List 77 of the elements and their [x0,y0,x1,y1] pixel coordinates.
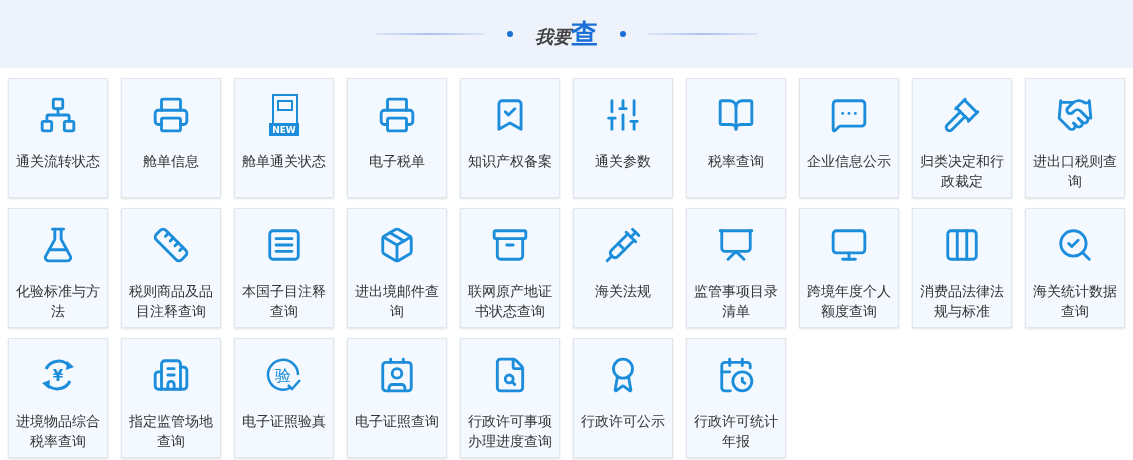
sliders-icon [604,96,642,134]
tile-label: 舱单信息 [142,152,200,171]
service-tile[interactable]: 通关流转状态 [8,78,108,198]
service-tile[interactable]: 通关参数 [573,78,673,198]
gavel-icon [943,96,981,134]
tile-label: 进境物品综合税率查询 [15,412,101,451]
service-tile[interactable]: 行政许可统计年报 [686,338,786,458]
syringe-icon [604,226,642,264]
tile-label: 消费品法律法规与标准 [919,282,1005,321]
list-icon [265,226,303,264]
service-tile[interactable]: 舱单信息 [121,78,221,198]
tile-label: 电子证照查询 [354,412,440,431]
archive-icon [491,226,529,264]
service-tile[interactable]: 企业信息公示 [799,78,899,198]
tile-label: 进出口税则查询 [1032,152,1118,191]
tile-label: 归类决定和行政裁定 [919,152,1005,191]
board-icon [717,226,755,264]
service-tile[interactable]: 进出境邮件查询 [347,208,447,328]
tile-label: 税则商品及品目注释查询 [128,282,214,321]
id-card-icon [378,356,416,394]
tile-label: 海关法规 [594,282,652,301]
service-tile[interactable]: NEW 舱单通关状态 [234,78,334,198]
tile-label: 电子证照验真 [241,412,327,431]
handshake-icon [1056,96,1094,134]
service-tile[interactable]: 行政许可事项办理进度查询 [460,338,560,458]
section-title: 我要查 [535,17,598,51]
tile-label: 税率查询 [707,152,765,171]
tile-label: 监管事项目录清单 [693,282,779,321]
service-tile[interactable]: 税则商品及品目注释查询 [121,208,221,328]
tile-label: 行政许可公示 [580,412,666,431]
service-tile[interactable]: 验 电子证照验真 [234,338,334,458]
tile-label: 联网原产地证书状态查询 [467,282,553,321]
tile-label: 通关流转状态 [15,152,101,171]
service-tile[interactable]: 税率查询 [686,78,786,198]
tile-label: 行政许可统计年报 [693,412,779,451]
service-tile[interactable]: 行政许可公示 [573,338,673,458]
service-tile[interactable]: 归类决定和行政裁定 [912,78,1012,198]
tile-label: 行政许可事项办理进度查询 [467,412,553,451]
tile-label: 海关统计数据查询 [1032,282,1118,321]
search-icon [1056,226,1094,264]
service-tile[interactable]: 指定监管场地查询 [121,338,221,458]
calendar-clock-icon [717,356,755,394]
service-tile[interactable]: 化验标准与方法 [8,208,108,328]
service-tile[interactable]: 联网原产地证书状态查询 [460,208,560,328]
tile-label: 指定监管场地查询 [128,412,214,451]
printer-icon [152,96,190,134]
network-icon [39,96,77,134]
tile-label: 企业信息公示 [806,152,892,171]
dot-icon [620,31,626,37]
service-tile[interactable]: 本国子目注释查询 [234,208,334,328]
columns-icon [943,226,981,264]
tile-label: 知识产权备案 [467,152,553,171]
tile-label: 跨境年度个人额度查询 [806,282,892,321]
monitor-icon [830,226,868,264]
tile-label: 电子税单 [368,152,426,171]
dot-icon [507,31,513,37]
printer-icon [378,96,416,134]
tile-label: 舱单通关状态 [241,152,327,171]
tile-label: 化验标准与方法 [15,282,101,321]
service-tile[interactable]: ¥ 进境物品综合税率查询 [8,338,108,458]
service-tile[interactable]: 电子税单 [347,78,447,198]
tile-label: 进出境邮件查询 [354,282,440,321]
service-tile[interactable]: 电子证照查询 [347,338,447,458]
building-icon [152,356,190,394]
service-tile[interactable]: 消费品法律法规与标准 [912,208,1012,328]
tile-label: 本国子目注释查询 [241,282,327,321]
service-tile[interactable]: 进出口税则查询 [1025,78,1125,198]
tile-label: 通关参数 [594,152,652,171]
ruler-icon [152,226,190,264]
box-icon [378,226,416,264]
book-icon [717,96,755,134]
chat-icon [830,96,868,134]
service-tile[interactable]: 海关法规 [573,208,673,328]
service-tile[interactable]: 监管事项目录清单 [686,208,786,328]
service-tile[interactable]: 跨境年度个人额度查询 [799,208,899,328]
service-tile[interactable]: 海关统计数据查询 [1025,208,1125,328]
service-tile[interactable]: 知识产权备案 [460,78,560,198]
